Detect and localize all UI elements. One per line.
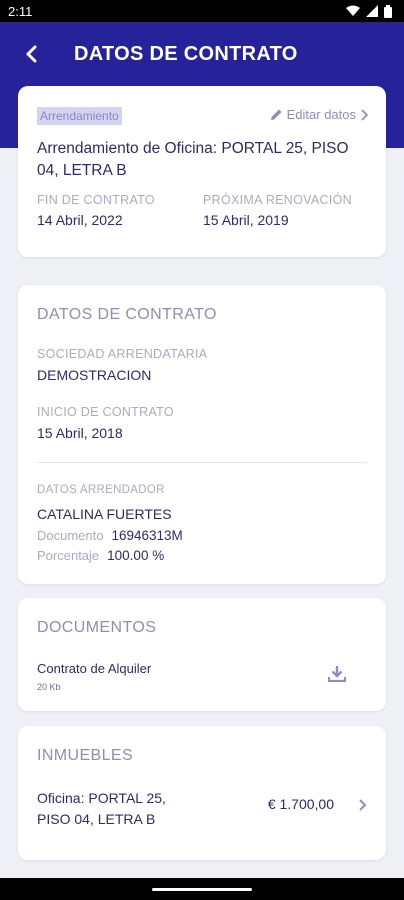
home-gesture-handle[interactable] (152, 887, 252, 891)
chevron-right-icon (359, 799, 367, 811)
document-row: Documento 16946313M (37, 528, 183, 543)
divider (37, 462, 367, 463)
pencil-icon (270, 109, 282, 120)
download-button[interactable] (327, 666, 347, 687)
system-nav-bar (0, 878, 404, 900)
arrow-left-icon (26, 45, 37, 63)
contract-summary-card: Arrendamiento Editar datos Arrendamiento… (18, 86, 386, 257)
document-name: Contrato de Alquiler (37, 661, 152, 676)
property-open-button[interactable] (358, 798, 367, 816)
company-value: DEMOSTRACION (37, 367, 152, 383)
end-date-value: 14 Abril, 2022 (37, 212, 123, 228)
contract-name: Arrendamiento de Oficina: PORTAL 25, PIS… (37, 140, 349, 179)
status-time: 2:11 (8, 3, 33, 19)
back-button[interactable] (0, 22, 64, 86)
chevron-right-icon (361, 108, 368, 121)
battery-icon (384, 4, 392, 18)
lessor-name: CATALINA FUERTES (37, 506, 172, 522)
contract-type-badge: Arrendamiento (37, 107, 122, 125)
properties-section-title: INMUEBLES (37, 747, 134, 764)
documents-card: DOCUMENTOS Contrato de Alquiler 20 Kb (18, 598, 386, 711)
end-date-label: FIN DE CONTRATO (37, 193, 155, 207)
start-date-label: INICIO DE CONTRATO (37, 405, 174, 419)
details-section-title: DATOS DE CONTRATO (37, 306, 217, 323)
documents-section-title: DOCUMENTOS (37, 619, 157, 636)
page-title: DATOS DE CONTRATO (74, 42, 298, 65)
company-label: SOCIEDAD ARRENDATARIA (37, 347, 208, 361)
edit-data-link[interactable]: Editar datos (270, 107, 368, 122)
properties-card: INMUEBLES Oficina: PORTAL 25, PISO 04, L… (18, 726, 386, 860)
download-icon (327, 666, 347, 683)
renewal-date-label: PRÓXIMA RENOVACIÓN (203, 193, 352, 207)
edit-data-label: Editar datos (286, 107, 356, 122)
renewal-date-value: 15 Abril, 2019 (203, 212, 289, 228)
status-bar: 2:11 (0, 0, 404, 22)
start-date-value: 15 Abril, 2018 (37, 425, 123, 441)
property-price: € 1.700,00 (267, 796, 334, 812)
status-icons (346, 4, 392, 18)
contract-details-card: DATOS DE CONTRATO SOCIEDAD ARRENDATARIA … (18, 285, 386, 584)
percentage-label: Porcentaje (37, 548, 100, 563)
document-size: 20 Kb (37, 682, 61, 692)
wifi-icon (346, 5, 360, 16)
signal-icon (366, 5, 378, 17)
property-name: Oficina: PORTAL 25, PISO 04, LETRA B (37, 790, 166, 827)
percentage-value: 100.00 % (107, 548, 165, 563)
document-label: Documento (37, 528, 104, 543)
lessor-label: DATOS ARRENDADOR (37, 484, 165, 496)
document-value: 16946313M (111, 528, 183, 543)
percentage-row: Porcentaje 100.00 % (37, 548, 164, 563)
